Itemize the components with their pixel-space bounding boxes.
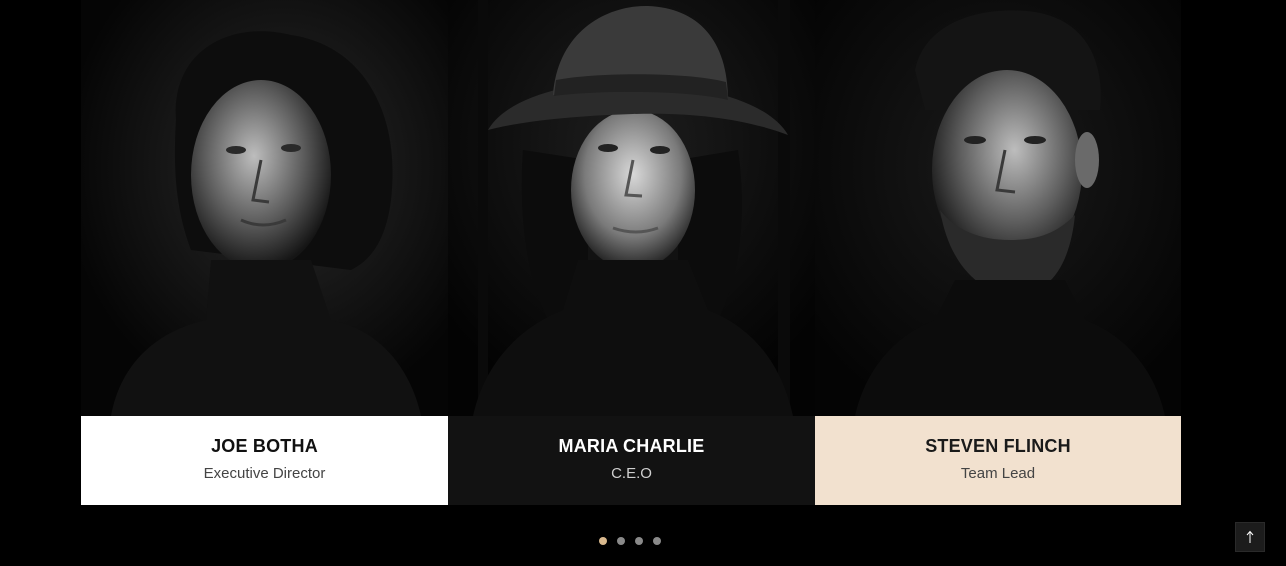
team-member-steven-flinch[interactable]: STEVEN FLINCH Team Lead <box>815 0 1181 505</box>
team-section: JOE BOTHA Executive Director MARIA CHARL… <box>0 0 1286 566</box>
carousel-dot-4[interactable] <box>653 537 661 545</box>
member-name: JOE BOTHA <box>211 436 318 456</box>
portrait-image <box>448 0 815 416</box>
member-role: C.E.O <box>611 465 652 482</box>
team-member-joe-botha[interactable]: JOE BOTHA Executive Director <box>81 0 448 505</box>
member-photo <box>448 0 815 416</box>
arrow-up-icon <box>1246 530 1254 543</box>
portrait-image <box>815 0 1181 416</box>
carousel-dot-3[interactable] <box>635 537 643 545</box>
member-role: Executive Director <box>203 465 326 482</box>
carousel-dot-1[interactable] <box>599 537 607 545</box>
portrait-image <box>81 0 448 416</box>
member-card: STEVEN FLINCH Team Lead <box>815 416 1181 505</box>
member-name: MARIA CHARLIE <box>558 436 705 456</box>
carousel-dot-2[interactable] <box>617 537 625 545</box>
member-name: STEVEN FLINCH <box>925 436 1071 456</box>
carousel-pagination <box>599 537 661 545</box>
member-photo <box>81 0 448 416</box>
scroll-to-top-button[interactable] <box>1235 522 1265 552</box>
team-carousel: JOE BOTHA Executive Director MARIA CHARL… <box>81 0 1181 505</box>
member-card: MARIA CHARLIE C.E.O <box>448 416 815 505</box>
member-photo <box>815 0 1181 416</box>
member-card: JOE BOTHA Executive Director <box>81 416 448 505</box>
team-member-maria-charlie[interactable]: MARIA CHARLIE C.E.O <box>448 0 815 505</box>
member-role: Team Lead <box>960 465 1036 482</box>
